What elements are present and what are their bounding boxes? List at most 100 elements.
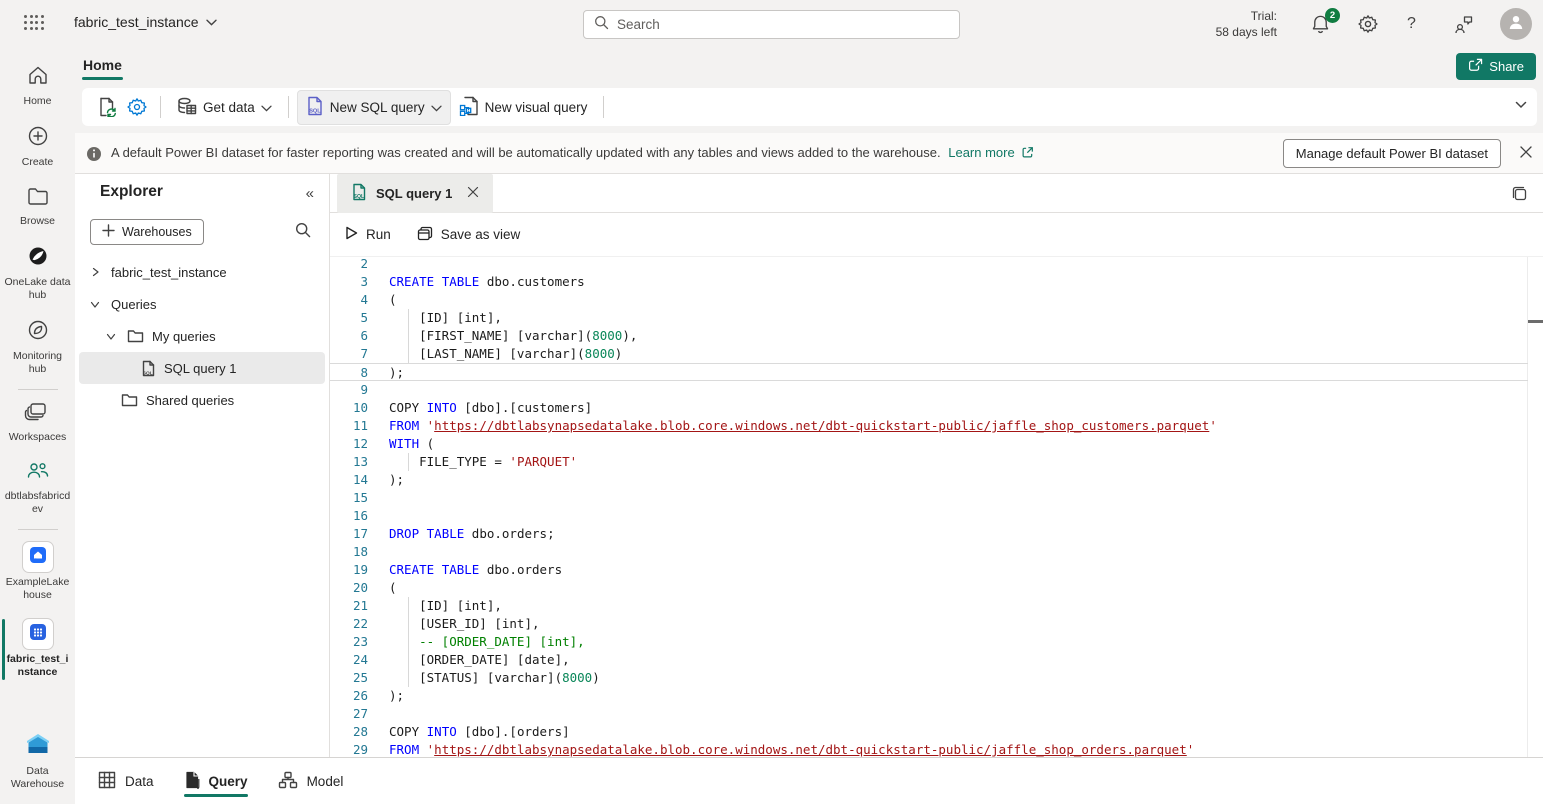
ribbon: Get data SQLNew SQL queryNew visual query <box>82 88 1537 126</box>
ribbon-collapse-chevron-icon[interactable] <box>1515 96 1527 114</box>
line-number: 13 <box>330 453 368 471</box>
code-line-16[interactable]: 16 <box>330 507 1528 525</box>
tree-item-queries[interactable]: Queries <box>75 288 329 320</box>
code-line-17[interactable]: 17DROP TABLE dbo.orders; <box>330 525 1528 543</box>
help-button[interactable]: ? <box>1407 15 1427 35</box>
view-tab-query[interactable]: Query <box>184 758 248 804</box>
code-line-7[interactable]: 7 [LAST_NAME] [varchar](8000) <box>330 345 1528 363</box>
learn-more-link[interactable]: Learn more <box>948 145 1014 160</box>
chevron-down-icon[interactable] <box>105 332 117 341</box>
refresh-doc-icon[interactable] <box>92 92 122 122</box>
external-link-icon[interactable] <box>1021 147 1034 162</box>
tree-item-fabric-test-instance[interactable]: fabric_test_instance <box>75 256 329 288</box>
rail-item-workspaces[interactable]: Workspaces <box>0 394 75 453</box>
monitoring-hub-icon <box>25 318 51 347</box>
rail-item-create[interactable]: Create <box>0 117 75 178</box>
info-icon <box>86 146 102 167</box>
ribbon-divider <box>288 96 289 118</box>
code-line-24[interactable]: 24 [ORDER_DATE] [date], <box>330 651 1528 669</box>
manage-default-dataset-button[interactable]: Manage default Power BI dataset <box>1283 139 1501 168</box>
new-visual-query-button[interactable]: New visual query <box>451 91 596 124</box>
global-search[interactable] <box>583 10 960 39</box>
code-line-3[interactable]: 3CREATE TABLE dbo.customers <box>330 273 1528 291</box>
code-line-29[interactable]: 29FROM 'https://dbtlabsynapsedatalake.bl… <box>330 741 1528 757</box>
code-line-13[interactable]: 13 FILE_TYPE = 'PARQUET' <box>330 453 1528 471</box>
sql-code-editor[interactable]: 23CREATE TABLE dbo.customers4(5 [ID] [in… <box>330 257 1543 757</box>
code-line-27[interactable]: 27 <box>330 705 1528 723</box>
feedback-button[interactable] <box>1452 14 1472 34</box>
code-line-20[interactable]: 20( <box>330 579 1528 597</box>
rail-item-onelake-data-hub[interactable]: OneLake data hub <box>0 237 75 311</box>
code-line-6[interactable]: 6 [FIRST_NAME] [varchar](8000), <box>330 327 1528 345</box>
line-number: 6 <box>330 327 368 345</box>
account-avatar[interactable] <box>1500 8 1532 40</box>
save-as-view-icon <box>417 226 433 244</box>
data-warehouse-icon <box>23 731 53 762</box>
tree-item-shared-queries[interactable]: Shared queries <box>75 384 329 416</box>
close-tab-icon[interactable] <box>467 186 479 201</box>
code-line-15[interactable]: 15 <box>330 489 1528 507</box>
code-line-14[interactable]: 14); <box>330 471 1528 489</box>
view-tab-model[interactable]: Model <box>278 758 344 804</box>
chevron-right-icon[interactable] <box>89 267 101 277</box>
get-data-button[interactable]: Get data <box>169 92 280 123</box>
tree-item-sql-query-1[interactable]: SQLSQL query 1 <box>79 352 325 384</box>
fabric-app: fabric_test_instance Trial: 58 days left… <box>0 0 1543 804</box>
save-as-view-button[interactable]: Save as view <box>417 226 521 244</box>
banner-close-icon[interactable] <box>1519 145 1533 164</box>
line-number: 20 <box>330 579 368 597</box>
query-toolbar: Run Save as view <box>330 213 1543 257</box>
collapse-panel-icon[interactable]: « <box>306 185 314 202</box>
app-launcher-icon[interactable] <box>24 15 46 33</box>
code-line-4[interactable]: 4( <box>330 291 1528 309</box>
share-button[interactable]: Share <box>1456 53 1536 80</box>
chevron-down-icon[interactable] <box>89 300 101 309</box>
line-number: 26 <box>330 687 368 705</box>
code-line-19[interactable]: 19CREATE TABLE dbo.orders <box>330 561 1528 579</box>
code-line-26[interactable]: 26); <box>330 687 1528 705</box>
add-warehouses-button[interactable]: Warehouses <box>90 219 204 245</box>
rail-item-fabric-test-instance[interactable]: fabric_test_instance <box>0 611 75 688</box>
explorer-search-icon[interactable] <box>295 222 311 243</box>
code-line-8[interactable]: 8); <box>330 363 1528 381</box>
rail-item-dbtlabsfabricdev[interactable]: dbtlabsfabricdev <box>0 453 75 525</box>
code-line-5[interactable]: 5 [ID] [int], <box>330 309 1528 327</box>
code-line-12[interactable]: 12WITH ( <box>330 435 1528 453</box>
rail-item-data-warehouse[interactable]: Data Warehouse <box>0 724 75 800</box>
search-input[interactable] <box>617 17 949 32</box>
line-number: 5 <box>330 309 368 327</box>
ribbon-divider <box>603 96 604 118</box>
code-line-25[interactable]: 25 [STATUS] [varchar](8000) <box>330 669 1528 687</box>
copy-icon[interactable] <box>1511 185 1528 207</box>
code-line-23[interactable]: 23 -- [ORDER_DATE] [int], <box>330 633 1528 651</box>
line-number: 25 <box>330 669 368 687</box>
code-line-10[interactable]: 10COPY INTO [dbo].[customers] <box>330 399 1528 417</box>
run-button[interactable]: Run <box>345 226 391 243</box>
workspace-switcher[interactable]: fabric_test_instance <box>74 13 217 31</box>
rail-item-examplelakehouse[interactable]: ExampleLakehouse <box>0 534 75 611</box>
rail-item-monitoring-hub[interactable]: Monitoring hub <box>0 311 75 385</box>
code-line-11[interactable]: 11FROM 'https://dbtlabsynapsedatalake.bl… <box>330 417 1528 435</box>
code-line-22[interactable]: 22 [USER_ID] [int], <box>330 615 1528 633</box>
code-line-18[interactable]: 18 <box>330 543 1528 561</box>
rail-item-home[interactable]: Home <box>0 56 75 117</box>
sql-file-icon: SQL <box>141 360 156 377</box>
settings-button[interactable] <box>1358 14 1378 34</box>
sql-file-icon: SQL <box>351 183 367 204</box>
rail-divider <box>18 529 58 530</box>
top-bar: fabric_test_instance Trial: 58 days left… <box>0 0 1543 48</box>
notifications-button[interactable]: 2 <box>1310 13 1334 37</box>
code-line-2[interactable]: 2 <box>330 257 1528 273</box>
rail-item-browse[interactable]: Browse <box>0 178 75 237</box>
tab-home[interactable]: Home <box>82 53 123 77</box>
trial-status[interactable]: Trial: 58 days left <box>1216 8 1277 40</box>
explorer-tree: fabric_test_instanceQueriesMy queriesSQL… <box>75 256 329 416</box>
tab-sql-query-1[interactable]: SQL SQL query 1 <box>337 174 493 213</box>
code-line-21[interactable]: 21 [ID] [int], <box>330 597 1528 615</box>
code-line-9[interactable]: 9 <box>330 381 1528 399</box>
view-tab-data[interactable]: Data <box>98 758 154 804</box>
new-sql-query-button[interactable]: SQLNew SQL query <box>297 90 451 125</box>
tree-item-my-queries[interactable]: My queries <box>75 320 329 352</box>
code-line-28[interactable]: 28COPY INTO [dbo].[orders] <box>330 723 1528 741</box>
settings-blue-icon[interactable] <box>122 92 152 122</box>
